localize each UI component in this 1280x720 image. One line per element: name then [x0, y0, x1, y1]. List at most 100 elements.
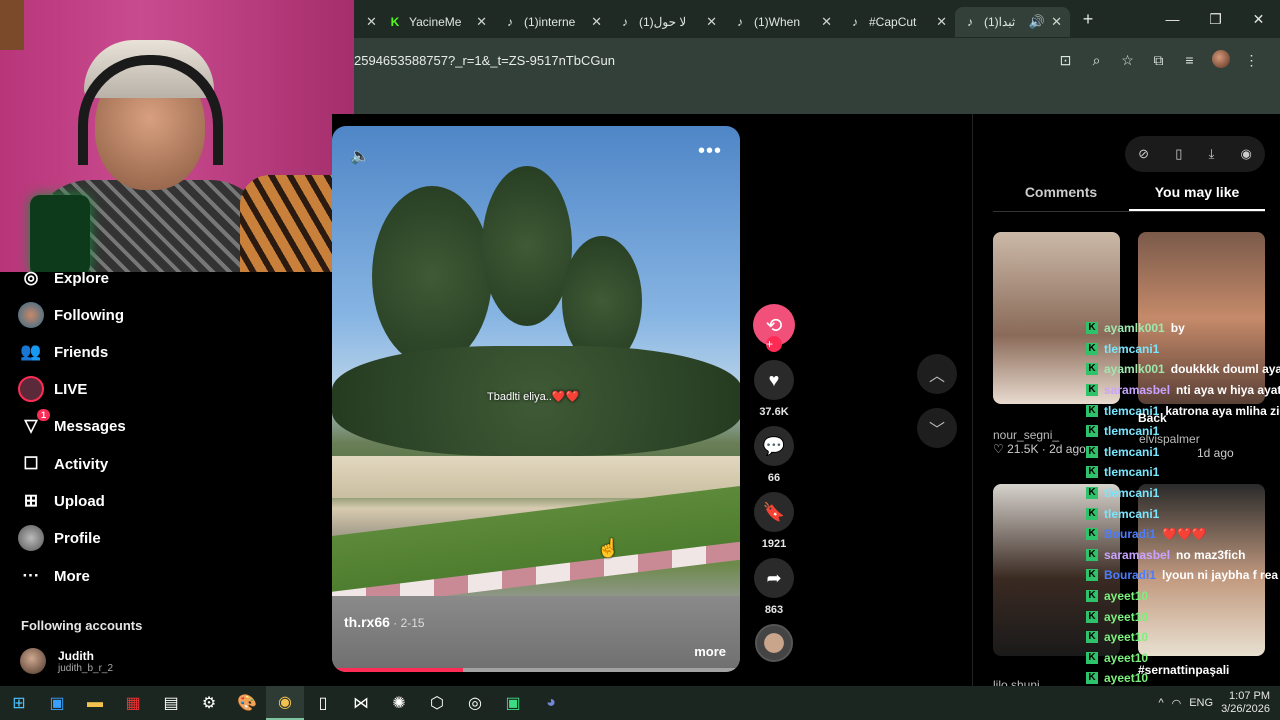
- tab-0[interactable]: ✕: [354, 7, 380, 37]
- comment-icon[interactable]: 💬: [754, 426, 794, 466]
- share-icon[interactable]: ➦: [754, 558, 794, 598]
- sidebar-item-more[interactable]: ··· More: [18, 561, 90, 591]
- sidebar-item-profile[interactable]: Profile: [18, 523, 101, 553]
- close-tab-icon[interactable]: ✕: [476, 14, 487, 30]
- chat-username[interactable]: tlemcani1: [1104, 486, 1159, 500]
- like-action[interactable]: ♥ 37.6K: [750, 360, 798, 418]
- url-field[interactable]: 2594653588757?_r=1&_t=ZS-9517nTbCGun: [354, 53, 1053, 68]
- wifi-icon[interactable]: ◠: [1172, 697, 1182, 710]
- music-disc[interactable]: [755, 624, 793, 662]
- new-tab-button[interactable]: +: [1074, 9, 1102, 30]
- close-tab-icon[interactable]: ✕: [936, 14, 947, 30]
- chat-username[interactable]: Bouradi1: [1104, 527, 1156, 541]
- chat-username[interactable]: tlemcani1: [1104, 445, 1159, 459]
- thumb-user[interactable]: nour_segni_: [993, 428, 1086, 442]
- chat-username[interactable]: ayamlk001: [1104, 362, 1165, 376]
- chevron-up-icon[interactable]: ︿: [917, 354, 957, 394]
- store-icon[interactable]: ▣: [38, 686, 76, 720]
- sidebar-item-friends[interactable]: 👥 Friends: [18, 337, 108, 367]
- paint-icon[interactable]: 🎨: [228, 686, 266, 720]
- volume-icon[interactable]: 🔈: [350, 146, 370, 166]
- close-tab-icon[interactable]: ✕: [1051, 14, 1062, 30]
- tab-6-active[interactable]: ♪ (1)ثبدا 🔊 ✕: [955, 7, 1070, 37]
- voicemod-icon[interactable]: ▦: [114, 686, 152, 720]
- save-action[interactable]: 🔖 1921: [750, 492, 798, 550]
- follow-plus-icon[interactable]: +: [766, 336, 782, 352]
- menu-kebab-icon[interactable]: ⋮: [1239, 52, 1264, 69]
- install-app-icon[interactable]: ⊡: [1053, 52, 1078, 69]
- chat-username[interactable]: tlemcani1: [1104, 465, 1159, 479]
- lang-indicator[interactable]: ENG: [1189, 697, 1213, 709]
- profile-avatar[interactable]: [1208, 49, 1233, 71]
- chat-username[interactable]: saramasbel: [1104, 548, 1170, 562]
- sidebar-item-upload[interactable]: ⊞ Upload: [18, 486, 105, 516]
- bookmark-star-icon[interactable]: ☆: [1115, 52, 1140, 69]
- discord-icon[interactable]: ◕: [532, 686, 570, 720]
- android-icon[interactable]: ▣: [494, 686, 532, 720]
- chat-text: ❤️❤️❤️: [1162, 527, 1207, 542]
- sidebar-item-following[interactable]: Following: [18, 300, 124, 330]
- more-link[interactable]: more: [694, 644, 726, 659]
- chat-username[interactable]: ayeet10: [1104, 589, 1148, 603]
- minimize-icon[interactable]: —: [1151, 11, 1194, 27]
- close-window-icon[interactable]: ✕: [1237, 11, 1280, 28]
- extensions-icon[interactable]: ⧉: [1146, 52, 1171, 69]
- chat-username[interactable]: tlemcani1: [1104, 424, 1159, 438]
- zoom-icon[interactable]: ⌕: [1084, 52, 1109, 69]
- download-icon[interactable]: ⤓: [1209, 146, 1215, 162]
- settings-gear-icon[interactable]: ⚙: [190, 686, 228, 720]
- shield-icon[interactable]: ⬡: [418, 686, 456, 720]
- main-feed: 🔈 ••• Tbadlti eliya..❤️❤️ th.rx66 · 2-15…: [332, 114, 970, 686]
- sidebar-item-activity[interactable]: ☐ Activity: [18, 449, 108, 479]
- obs-icon[interactable]: ◎: [456, 686, 494, 720]
- author-name[interactable]: th.rx66: [344, 614, 390, 630]
- chat-username[interactable]: ayeet10: [1104, 610, 1148, 624]
- video-author[interactable]: th.rx66 · 2-15: [344, 614, 425, 630]
- tab-comments[interactable]: Comments: [993, 184, 1129, 211]
- chat-username[interactable]: ayamlk001: [1104, 321, 1165, 335]
- windows-start-icon[interactable]: ⊞: [0, 686, 38, 720]
- close-tab-icon[interactable]: ✕: [821, 14, 832, 30]
- app-icon[interactable]: ✺: [380, 686, 418, 720]
- file-explorer-icon[interactable]: ▬: [76, 686, 114, 720]
- comment-action[interactable]: 💬 66: [750, 426, 798, 484]
- sidebar-item-live[interactable]: LIVE: [18, 374, 87, 404]
- media-control-icon[interactable]: ≡: [1177, 52, 1202, 68]
- tab-you-may-like[interactable]: You may like: [1129, 184, 1265, 211]
- tab-1[interactable]: K YacineMe ✕: [380, 7, 495, 37]
- sidebar-item-messages[interactable]: ▽ 1 Messages: [18, 409, 126, 441]
- bookmark-icon[interactable]: 🔖: [754, 492, 794, 532]
- tab-3[interactable]: ♪ (1)لا حول ✕: [610, 7, 725, 37]
- close-tab-icon[interactable]: ✕: [706, 14, 717, 30]
- chevron-up-tray-icon[interactable]: ^: [1158, 697, 1163, 709]
- embed-icon[interactable]: ⊘: [1138, 146, 1149, 162]
- share-action[interactable]: ➦ 863: [750, 558, 798, 616]
- speaker-icon[interactable]: 🔊: [1029, 14, 1045, 30]
- chrome-icon[interactable]: ◉: [266, 686, 304, 720]
- video-progress[interactable]: [332, 668, 740, 672]
- tab-4[interactable]: ♪ (1)When ✕: [725, 7, 840, 37]
- document-icon[interactable]: ▯: [304, 686, 342, 720]
- vs-icon[interactable]: ⋈: [342, 686, 380, 720]
- chat-username[interactable]: ayeet10: [1104, 630, 1148, 644]
- video-options-icon[interactable]: •••: [698, 140, 722, 163]
- calculator-icon[interactable]: ▤: [152, 686, 190, 720]
- chevron-down-icon[interactable]: ﹀: [917, 408, 957, 448]
- clock[interactable]: 1:07 PM 3/26/2026: [1221, 690, 1270, 716]
- tab-5[interactable]: ♪ #CapCut ✕: [840, 7, 955, 37]
- phone-icon[interactable]: ▯: [1175, 146, 1182, 162]
- chat-username[interactable]: Bouradi1: [1104, 568, 1156, 582]
- video-player[interactable]: 🔈 ••• Tbadlti eliya..❤️❤️ th.rx66 · 2-15…: [332, 126, 740, 672]
- chat-username[interactable]: saramasbel: [1104, 383, 1170, 397]
- restore-icon[interactable]: ❐: [1194, 11, 1237, 28]
- repost-button[interactable]: ⟲ +: [753, 304, 795, 352]
- tab-2[interactable]: ♪ (1)interne ✕: [495, 7, 610, 37]
- heart-icon[interactable]: ♥: [754, 360, 794, 400]
- following-account[interactable]: Judith judith_b_r_2: [20, 648, 113, 674]
- chat-username[interactable]: tlemcani1: [1104, 342, 1159, 356]
- close-tab-icon[interactable]: ✕: [591, 14, 602, 30]
- sidebar-item-explore[interactable]: ◎ Explore: [18, 263, 109, 293]
- close-tab-icon[interactable]: ✕: [366, 14, 377, 30]
- user-avatar[interactable]: ◉: [1241, 146, 1252, 162]
- chat-username[interactable]: tlemcani1: [1104, 507, 1159, 521]
